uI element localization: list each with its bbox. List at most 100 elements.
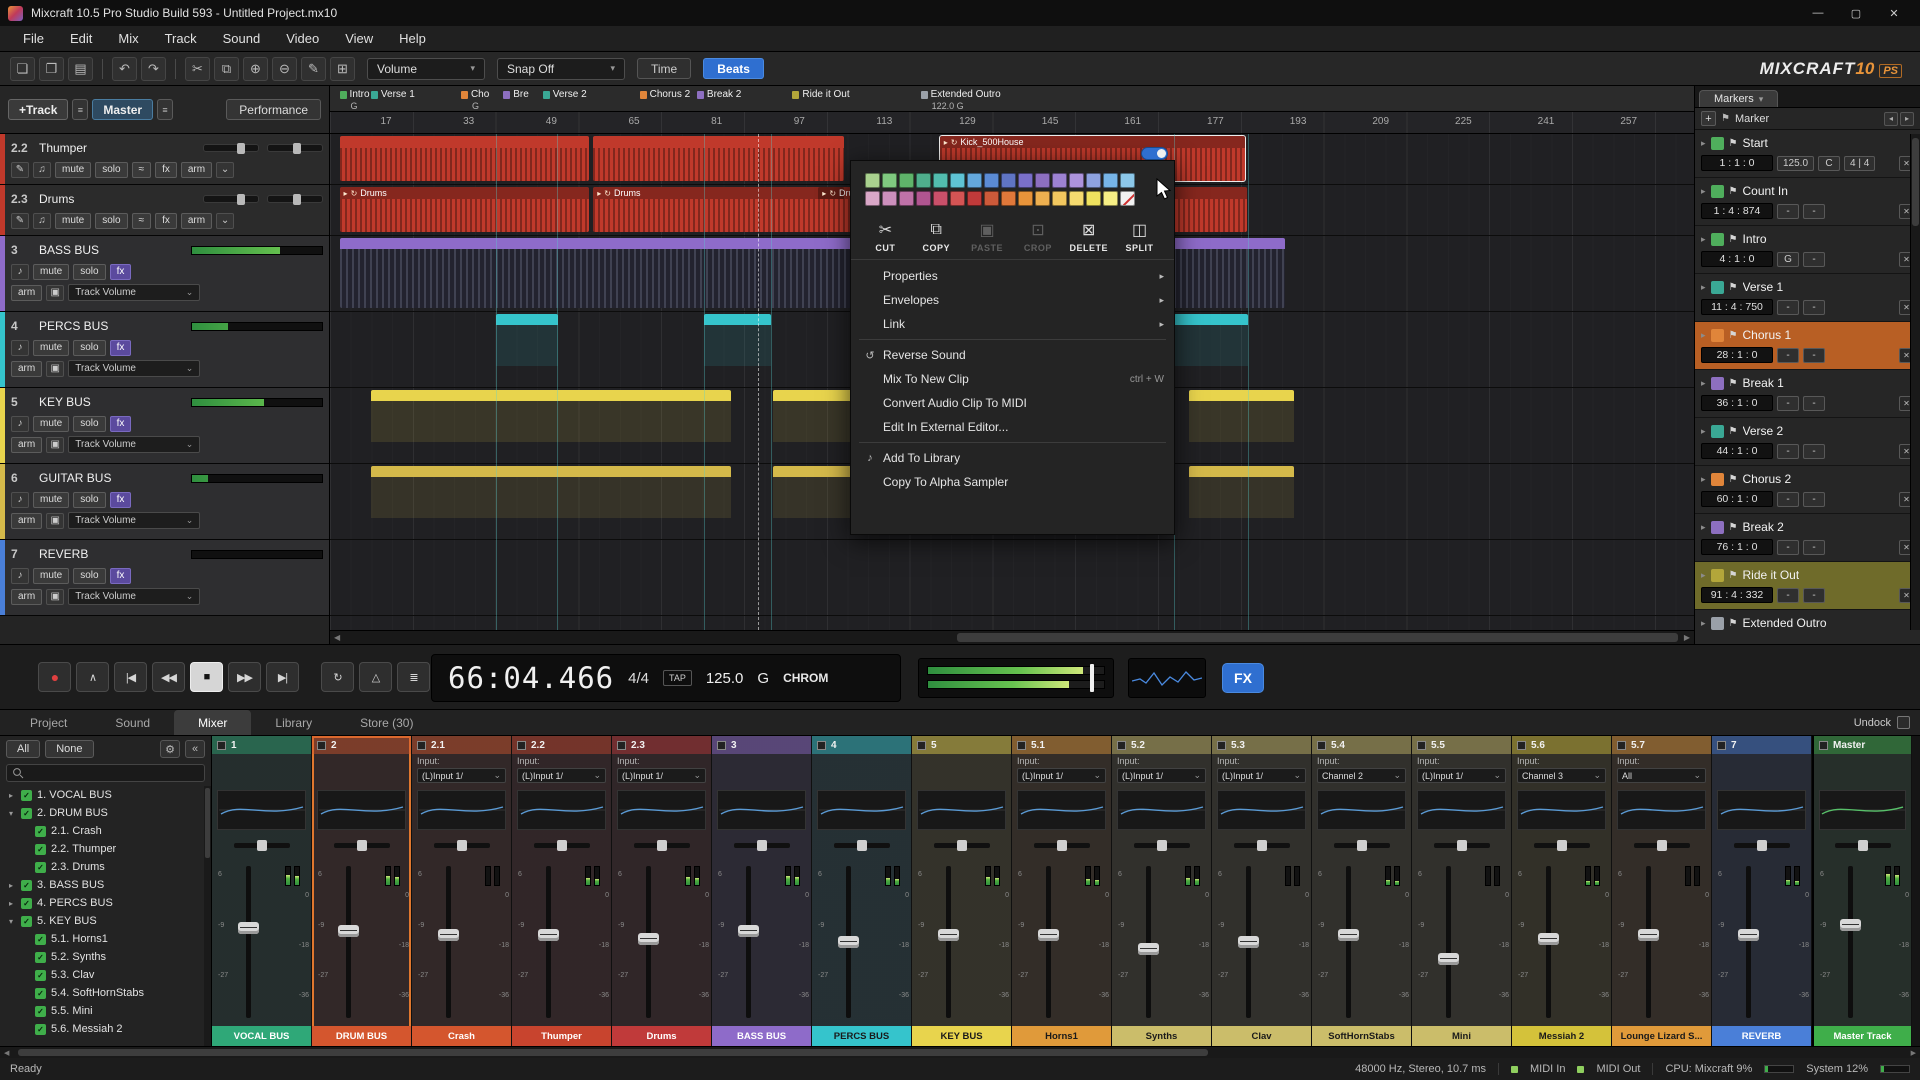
color-swatch[interactable] (1069, 173, 1084, 188)
scroll-left-icon[interactable]: ◀ (330, 631, 344, 644)
checkbox-checked-icon[interactable]: ✓ (21, 880, 32, 891)
grid-snap-icon[interactable]: ⊞ (330, 57, 355, 81)
clip-play-icon[interactable]: ▸ (822, 189, 826, 198)
strip-name-label[interactable]: DRUM BUS (312, 1026, 411, 1046)
color-swatch[interactable] (916, 191, 931, 206)
pan-slider[interactable] (1034, 843, 1090, 848)
tree-item-2-3-drums[interactable]: ✓2.3. Drums (0, 858, 211, 876)
audio-clip[interactable] (1174, 314, 1248, 384)
tree-arrow-icon[interactable]: ▾ (6, 809, 16, 818)
checkbox-checked-icon[interactable]: ✓ (35, 952, 46, 963)
marker-value[interactable]: 125.0 (1777, 156, 1814, 171)
fader-handle[interactable] (238, 922, 259, 934)
pan-slider[interactable] (334, 843, 390, 848)
marker-row-verse-1[interactable]: ▸⚑Verse 111 : 4 : 750--✕ (1695, 274, 1920, 322)
collapse-strip-icon[interactable] (517, 741, 526, 750)
timeline-hscrollbar[interactable]: ◀ ▶ (330, 630, 1694, 644)
color-swatch[interactable] (1103, 191, 1118, 206)
timeline-vscrollbar[interactable] (1910, 134, 1920, 630)
expand-icon[interactable]: ▸ (1701, 426, 1706, 437)
marker-value[interactable]: - (1803, 252, 1825, 267)
expand-icon[interactable]: ▸ (1701, 474, 1706, 485)
strip-name-label[interactable]: Mini (1412, 1026, 1511, 1046)
marker-value[interactable]: - (1803, 300, 1825, 315)
color-swatch[interactable] (967, 191, 982, 206)
marker-value[interactable]: - (1777, 204, 1799, 219)
marker-value[interactable]: - (1777, 492, 1799, 507)
marker-value[interactable]: - (1803, 396, 1825, 411)
marker-position[interactable]: 4 : 1 : 0 (1701, 251, 1773, 267)
undock-icon[interactable] (1897, 716, 1910, 729)
color-swatch[interactable] (1086, 191, 1101, 206)
timeline-marker-verse-2[interactable]: Verse 2 (543, 89, 587, 100)
chevron-down-icon[interactable]: ⌄ (216, 162, 234, 178)
track-mute-button[interactable]: mute (55, 213, 91, 229)
color-swatch[interactable] (1035, 191, 1050, 206)
add-track-button[interactable]: +Track (8, 99, 68, 120)
input-select[interactable]: (L)Input 1/⌄ (1117, 768, 1206, 783)
collapse-strip-icon[interactable] (1717, 741, 1726, 750)
color-swatch[interactable] (899, 191, 914, 206)
color-swatch[interactable] (984, 173, 999, 188)
collapse-strip-icon[interactable] (1117, 741, 1126, 750)
checkbox-checked-icon[interactable]: ✓ (35, 988, 46, 999)
menu-item-properties[interactable]: Properties▸ (851, 264, 1174, 288)
marker-value[interactable]: C (1818, 156, 1840, 171)
color-swatch[interactable] (865, 173, 880, 188)
track-mute-button[interactable]: mute (33, 492, 69, 508)
strip-name-label[interactable]: Thumper (512, 1026, 611, 1046)
input-select[interactable]: (L)Input 1/⌄ (617, 768, 706, 783)
menu-edit[interactable]: Edit (57, 28, 105, 49)
draw-tool-icon[interactable]: ✎ (301, 57, 326, 81)
collapse-strip-icon[interactable] (1317, 741, 1326, 750)
eq-display[interactable] (317, 790, 406, 830)
tree-item-3-bass-bus[interactable]: ▸✓3. BASS BUS (0, 876, 211, 894)
track-solo-button[interactable]: solo (73, 264, 105, 280)
audio-clip[interactable] (1189, 390, 1294, 460)
filter-none-button[interactable]: None (45, 740, 93, 758)
eq-display[interactable] (617, 790, 706, 830)
marker-position[interactable]: 28 : 1 : 0 (1701, 347, 1773, 363)
fader-handle[interactable] (1338, 929, 1359, 941)
menu-item-reverse-sound[interactable]: ↺Reverse Sound (851, 343, 1174, 367)
time-mode-button[interactable]: Time (637, 58, 691, 79)
marker-row-start[interactable]: ▸⚑Start1 : 1 : 0125.0C4 | 4✕ (1695, 130, 1920, 178)
mixer-strip-4[interactable]: 46-9-270-18-36PERCS BUS (812, 736, 912, 1046)
volume-slider[interactable] (203, 144, 259, 152)
tab-sound[interactable]: Sound (91, 710, 174, 735)
fader-handle[interactable] (738, 925, 759, 937)
new-file-icon[interactable]: ❏ (10, 57, 35, 81)
pan-slider[interactable] (267, 144, 323, 152)
color-swatch[interactable] (1018, 173, 1033, 188)
checkbox-checked-icon[interactable]: ✓ (21, 790, 32, 801)
checkbox-checked-icon[interactable]: ✓ (21, 916, 32, 927)
marker-row-chorus-1[interactable]: ▸⚑Chorus 128 : 1 : 0--✕ (1695, 322, 1920, 370)
audio-clip[interactable] (704, 314, 771, 384)
collapse-panel-icon[interactable]: « (185, 740, 205, 758)
track-arm-button[interactable]: arm (181, 213, 212, 229)
save-icon[interactable]: ▤ (68, 57, 93, 81)
expand-icon[interactable]: ▸ (1701, 570, 1706, 581)
markers-tab[interactable]: Markers▾ (1699, 90, 1778, 107)
color-swatch[interactable] (865, 191, 880, 206)
loop-button[interactable]: ↻ (321, 662, 354, 692)
pan-slider[interactable] (1234, 843, 1290, 848)
open-project-icon[interactable]: ❐ (39, 57, 64, 81)
input-select[interactable]: Channel 2⌄ (1317, 768, 1406, 783)
track-automation-dropdown[interactable]: Track Volume⌄ (68, 360, 200, 377)
color-swatch[interactable] (916, 173, 931, 188)
marker-value[interactable]: G (1777, 252, 1799, 267)
tree-item-5-6-messiah-2[interactable]: ✓5.6. Messiah 2 (0, 1020, 211, 1038)
eq-display[interactable] (1717, 790, 1806, 830)
menu-item-envelopes[interactable]: Envelopes▸ (851, 288, 1174, 312)
collapse-strip-icon[interactable] (417, 741, 426, 750)
track-mute-button[interactable]: mute (55, 162, 91, 178)
tree-arrow-icon[interactable]: ▸ (6, 791, 16, 800)
lock-icon[interactable]: ▣ (46, 589, 64, 605)
menu-item-add-to-library[interactable]: ♪Add To Library (851, 446, 1174, 470)
tree-item-1-vocal-bus[interactable]: ▸✓1. VOCAL BUS (0, 786, 211, 804)
strip-name-label[interactable]: PERCS BUS (812, 1026, 911, 1046)
marker-value[interactable]: - (1777, 396, 1799, 411)
eq-display[interactable] (1617, 790, 1706, 830)
collapse-strip-icon[interactable] (1417, 741, 1426, 750)
